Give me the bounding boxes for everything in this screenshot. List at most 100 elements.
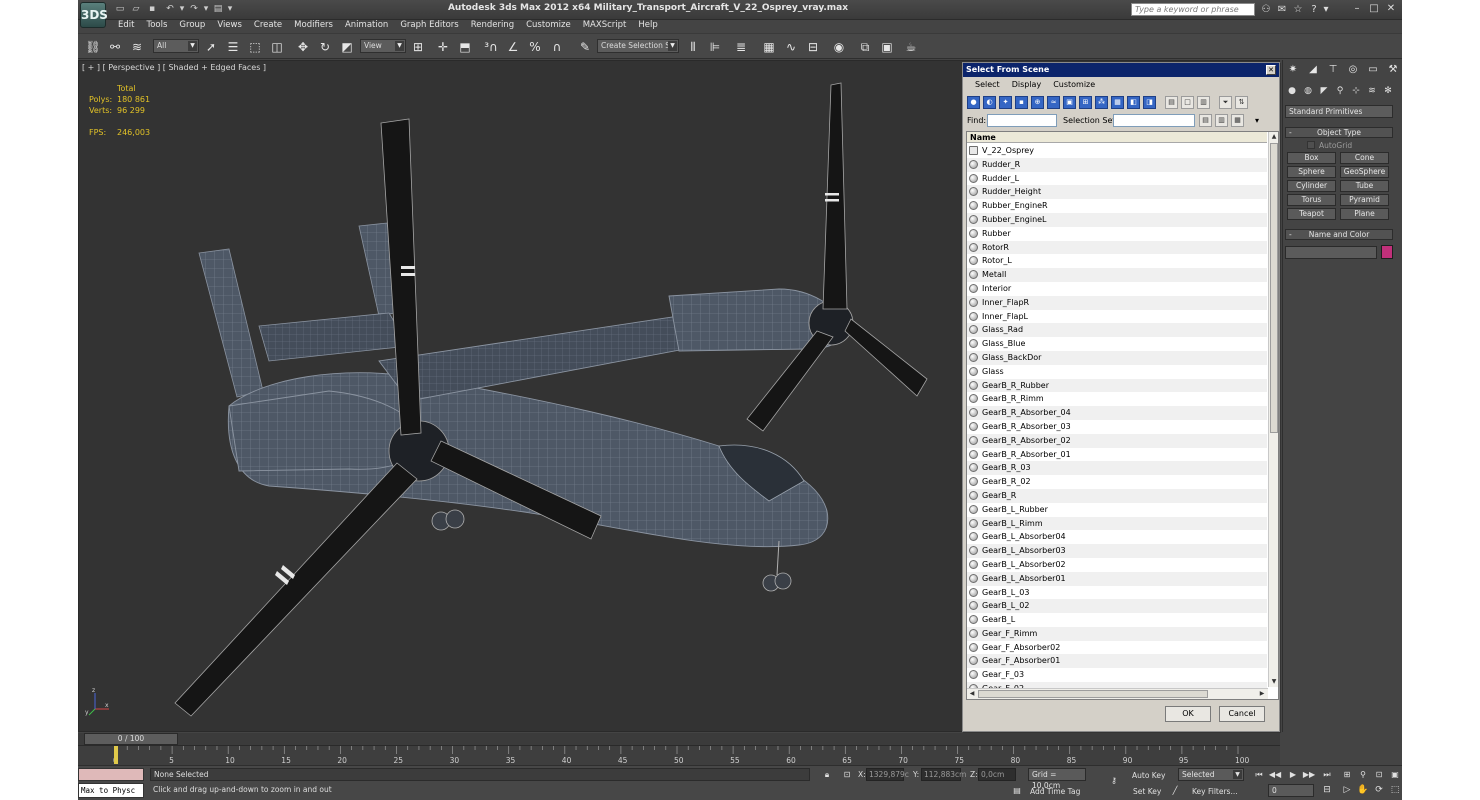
zoom-extents-all-icon[interactable]: ⊞ [1340,768,1354,781]
application-logo-icon[interactable]: 3DS [80,2,108,28]
scroll-left-icon[interactable]: ◀ [967,689,977,699]
scroll-down-icon[interactable]: ▼ [1269,677,1278,687]
time-slider[interactable]: 0 / 100 [78,733,1280,745]
vertical-scrollbar[interactable]: ▲ ▼ [1268,132,1278,687]
go-to-start-icon[interactable]: ⏮ [1252,768,1266,781]
redo-dropdown-icon[interactable]: ▾ [200,4,212,15]
close-icon[interactable]: ✕ [1384,2,1398,16]
display-bones-icon[interactable]: ⁂ [1095,96,1108,109]
tube-button[interactable]: Tube [1340,180,1389,192]
binoculars-icon[interactable]: ⚇ [1259,3,1273,17]
object-list-item[interactable]: GearB_R_Absorber_04 [967,406,1267,420]
selection-set-add-icon[interactable]: ▥ [1215,114,1228,127]
object-list-item[interactable]: GearB_R_Absorber_02 [967,433,1267,448]
object-list-item[interactable]: Rubber [967,226,1267,241]
object-list-item[interactable]: Rubber_EngineL [967,212,1267,227]
helpers-icon[interactable]: ⊹ [1349,84,1363,98]
curve-editor-icon[interactable]: ∿ [782,38,800,56]
create-tab-icon[interactable]: ✷ [1285,62,1301,78]
selection-filter-dropdown[interactable]: All ▼ [153,39,199,53]
object-list-item[interactable]: Rudder_R [967,157,1267,172]
cone-button[interactable]: Cone [1340,152,1389,164]
bind-to-space-warp-icon[interactable]: ≋ [128,38,146,56]
space-warps-icon[interactable]: ≋ [1365,84,1379,98]
object-list-item[interactable]: Rudder_L [967,171,1267,186]
menu-edit[interactable]: Edit [112,19,140,33]
object-list-item[interactable]: GearB_R_Rubber [967,378,1267,393]
default-in-out-tangents-icon[interactable]: ╱ [1168,784,1182,797]
current-frame-field[interactable]: 0 [1268,784,1314,797]
object-list-item[interactable]: V_22_Osprey [967,144,1267,158]
modify-tab-icon[interactable]: ◢ [1305,62,1321,78]
mirror-icon[interactable]: ⫴ [684,38,702,56]
motion-tab-icon[interactable]: ◎ [1345,62,1361,78]
undo-dropdown-icon[interactable]: ▾ [176,4,188,15]
menu-views[interactable]: Views [211,19,248,33]
menu-maxscript[interactable]: MAXScript [577,19,633,33]
object-list-item[interactable]: Inner_FlapR [967,295,1267,310]
object-list-item[interactable]: Gear_F_03 [967,668,1267,683]
schematic-view-icon[interactable]: ⊟ [804,38,822,56]
rendered-frame-window-icon[interactable]: ▣ [878,38,896,56]
hierarchy-tab-icon[interactable]: ⊤ [1325,62,1341,78]
object-list-item[interactable]: RotorR [967,240,1267,255]
display-all-icon[interactable]: ▤ [1165,96,1178,109]
object-list-item[interactable]: GearB_L_Absorber04 [967,530,1267,545]
select-and-scale-icon[interactable]: ◩ [338,38,356,56]
zoom-extents-icon[interactable]: ▣ [1388,768,1402,781]
display-cameras-icon[interactable]: ▪ [1015,96,1028,109]
object-list-item[interactable]: Glass_BackDor [967,350,1267,365]
display-tab-icon[interactable]: ▭ [1365,62,1381,78]
find-input[interactable] [987,114,1057,127]
go-to-end-icon[interactable]: ⏭ [1320,768,1334,781]
align-icon[interactable]: ⊫ [706,38,724,56]
maximize-viewport-icon[interactable]: ⬚ [1388,784,1402,797]
edit-named-selection-icon[interactable]: ✎ [576,38,594,56]
material-editor-icon[interactable]: ◉ [830,38,848,56]
quick-access-dropdown-icon[interactable]: ▾ [224,4,236,15]
rectangular-selection-icon[interactable]: ⬚ [246,38,264,56]
undo-icon[interactable]: ↶ [164,4,176,15]
redo-icon[interactable]: ↷ [188,4,200,15]
select-and-rotate-icon[interactable]: ↻ [316,38,334,56]
object-list-item[interactable]: Metall [967,268,1267,282]
object-list-item[interactable]: GearB_L [967,613,1267,627]
object-list-item[interactable]: GearB_R_Absorber_01 [967,447,1267,462]
time-configuration-icon[interactable]: ⊟ [1320,784,1334,797]
horizontal-scroll-thumb[interactable] [978,690,1208,698]
minimize-icon[interactable]: – [1350,2,1364,16]
object-list-item[interactable]: GearB_R_03 [967,461,1267,476]
box-button[interactable]: Box [1287,152,1336,164]
shapes-icon[interactable]: ◍ [1301,84,1315,98]
object-list-item[interactable]: GearB_L_Absorber02 [967,557,1267,572]
select-object-icon[interactable]: ➚ [202,38,220,56]
close-icon[interactable]: ✕ [1266,65,1276,75]
menu-customize[interactable]: Customize [520,19,577,33]
pan-view-icon[interactable]: ✋ [1356,784,1370,797]
cameras-icon[interactable]: ⚲ [1333,84,1347,98]
track-bar[interactable]: 0510152025303540455055606570758085909510… [78,745,1280,765]
object-list-item[interactable]: Rudder_Height [967,185,1267,200]
horizontal-scrollbar[interactable]: ◀ ▶ [967,688,1268,699]
object-list-item[interactable]: GearB_R_02 [967,475,1267,489]
display-invert-icon[interactable]: ▥ [1197,96,1210,109]
object-list-item[interactable]: GearB_L_Absorber01 [967,571,1267,586]
play-icon[interactable]: ▶ [1286,768,1300,781]
render-production-icon[interactable]: ☕ [902,38,920,56]
menu-tools[interactable]: Tools [140,19,173,33]
filter-icon[interactable]: ⏷ [1219,96,1232,109]
object-list-item[interactable]: Rotor_L [967,254,1267,269]
utilities-tab-icon[interactable]: ⚒ [1385,62,1401,78]
object-list-item[interactable]: GearB_R [967,488,1267,503]
object-list-item[interactable]: GearB_L_Rimm [967,516,1267,531]
object-list-item[interactable]: GearB_R_Rimm [967,392,1267,407]
geometry-icon[interactable]: ● [1285,84,1299,98]
display-none-icon[interactable]: □ [1181,96,1194,109]
primitive-category-dropdown[interactable]: Standard Primitives [1285,105,1393,118]
previous-frame-icon[interactable]: ◀◀ [1268,768,1282,781]
unlink-selection-icon[interactable]: ⚯ [106,38,124,56]
x-coordinate-field[interactable]: 1329,879c [866,768,909,781]
field-of-view-icon[interactable]: ▷ [1340,784,1354,797]
select-and-manipulate-icon[interactable]: ✛ [434,38,452,56]
select-and-link-icon[interactable]: ⛓ [84,38,102,56]
